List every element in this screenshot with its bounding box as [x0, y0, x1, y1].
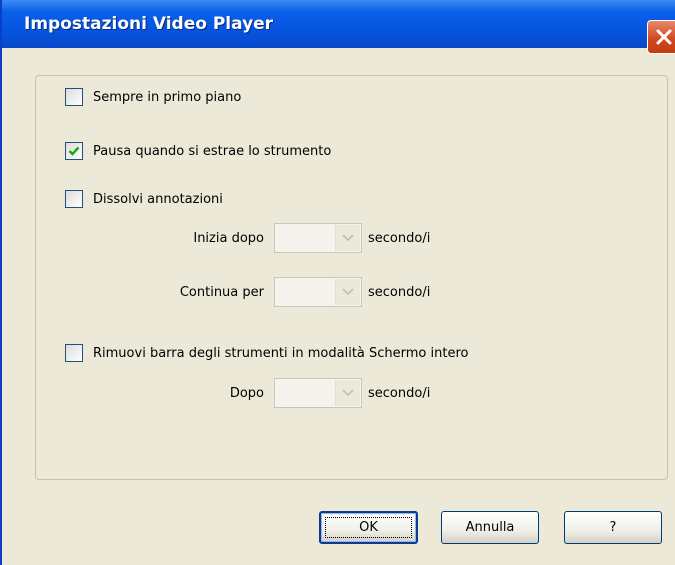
remove-toolbar-label: Rimuovi barra degli strumenti in modalit… — [93, 345, 469, 361]
settings-dialog: Impostazioni Video Player Sempre in prim… — [0, 0, 675, 565]
focus-rectangle — [325, 517, 412, 538]
pause-on-extract-checkbox[interactable] — [65, 142, 83, 160]
cancel-label: Annulla — [465, 520, 515, 535]
fade-annotations-label: Dissolvi annotazioni — [93, 191, 223, 207]
ok-button[interactable]: OK — [319, 511, 418, 544]
checkmark-icon — [68, 146, 80, 156]
window-title: Impostazioni Video Player — [24, 14, 274, 34]
after-row: Dopo secondo/i — [124, 378, 430, 408]
always-on-top-label: Sempre in primo piano — [93, 89, 242, 105]
fade-annotations-checkbox[interactable] — [65, 190, 83, 208]
start-after-row: Inizia dopo secondo/i — [124, 223, 430, 253]
after-label: Dopo — [229, 385, 264, 401]
continue-for-unit: secondo/i — [368, 284, 431, 300]
start-after-dropdown-button[interactable] — [335, 225, 360, 251]
start-after-dropdown[interactable] — [274, 223, 362, 253]
option-remove-toolbar[interactable]: Rimuovi barra degli strumenti in modalit… — [65, 344, 468, 362]
after-unit: secondo/i — [368, 385, 431, 401]
close-button[interactable] — [647, 20, 675, 54]
continue-for-dropdown-button[interactable] — [335, 279, 360, 305]
option-fade-annotations[interactable]: Dissolvi annotazioni — [65, 190, 223, 208]
continue-for-dropdown[interactable] — [274, 277, 362, 307]
remove-toolbar-checkbox[interactable] — [65, 344, 83, 362]
after-dropdown-button[interactable] — [335, 380, 360, 406]
option-pause-on-extract[interactable]: Pausa quando si estrae lo strumento — [65, 142, 331, 160]
start-after-label: Inizia dopo — [193, 230, 264, 246]
chevron-down-icon — [342, 234, 354, 242]
start-after-unit: secondo/i — [368, 230, 431, 246]
pause-on-extract-label: Pausa quando si estrae lo strumento — [93, 143, 332, 159]
help-button[interactable]: ? — [564, 511, 662, 544]
title-bar[interactable]: Impostazioni Video Player — [2, 0, 675, 54]
always-on-top-checkbox[interactable] — [65, 88, 83, 106]
cancel-button[interactable]: Annulla — [441, 511, 539, 544]
chevron-down-icon — [342, 389, 354, 397]
option-always-on-top[interactable]: Sempre in primo piano — [65, 88, 241, 106]
help-label: ? — [609, 520, 617, 535]
close-icon — [656, 29, 672, 45]
after-dropdown[interactable] — [274, 378, 362, 408]
continue-for-label: Continua per — [179, 284, 264, 300]
continue-for-row: Continua per secondo/i — [124, 277, 430, 307]
chevron-down-icon — [342, 288, 354, 296]
